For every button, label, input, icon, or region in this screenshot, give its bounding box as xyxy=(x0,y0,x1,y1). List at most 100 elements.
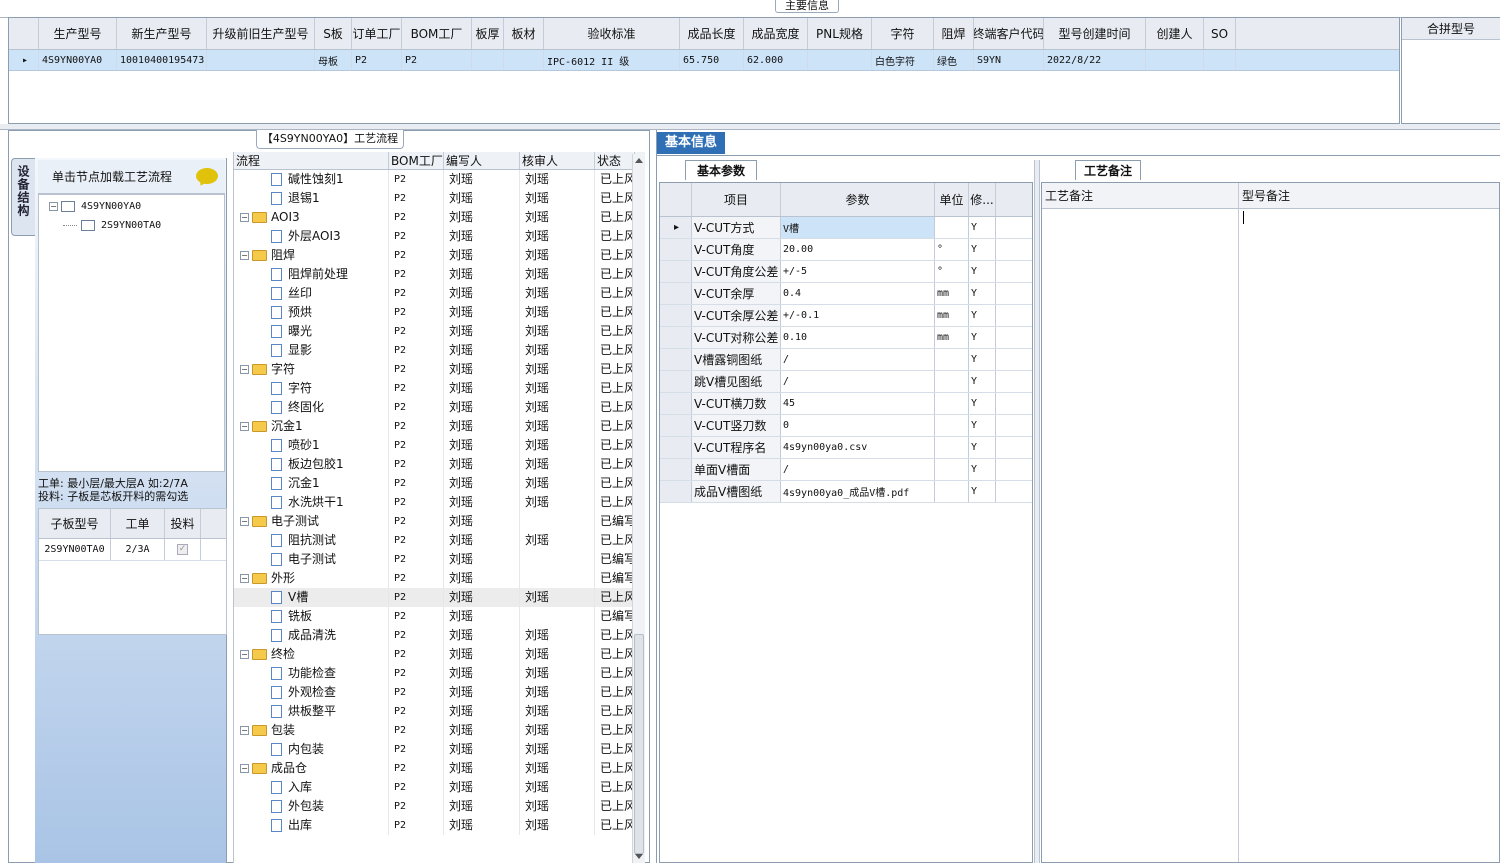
process-row[interactable]: 沉金1 P2 刘瑶 刘瑶 已上风 xyxy=(234,474,645,493)
process-row[interactable]: − 字符 P2 刘瑶 刘瑶 已上风 xyxy=(234,360,645,379)
param-row[interactable]: ▸ V-CUT方式 V槽 Y xyxy=(660,217,1032,239)
collapse-icon[interactable]: − xyxy=(240,365,249,374)
param-row[interactable]: V-CUT横刀数 45 Y xyxy=(660,393,1032,415)
collapse-icon[interactable]: − xyxy=(240,650,249,659)
process-remark-textarea[interactable] xyxy=(1042,209,1239,862)
param-row[interactable]: V-CUT对称公差 0.10 mm Y xyxy=(660,327,1032,349)
process-row[interactable]: 阻焊前处理 P2 刘瑶 刘瑶 已上风 xyxy=(234,265,645,284)
main-col-header[interactable]: 生产型号 xyxy=(39,18,117,49)
col-item[interactable]: 项目 xyxy=(692,183,781,216)
process-row[interactable]: − 阻焊 P2 刘瑶 刘瑶 已上风 xyxy=(234,246,645,265)
main-col-header[interactable]: S板 xyxy=(315,18,352,49)
main-col-header[interactable]: 验收标准 xyxy=(544,18,680,49)
col-bom-factory[interactable]: BOM工厂 xyxy=(389,152,444,169)
main-col-header[interactable]: 新生产型号 xyxy=(117,18,207,49)
feed-checkbox[interactable]: ✓ xyxy=(177,544,188,555)
col-param[interactable]: 参数 xyxy=(781,183,935,216)
col-process[interactable]: 流程 xyxy=(234,152,389,169)
param-row[interactable]: 跳V槽见图纸 / Y xyxy=(660,371,1032,393)
process-row[interactable]: 烘板整平 P2 刘瑶 刘瑶 已上风 xyxy=(234,702,645,721)
collapse-icon[interactable]: − xyxy=(240,422,249,431)
param-row[interactable]: V-CUT余厚 0.4 mm Y xyxy=(660,283,1032,305)
col-reviewer[interactable]: 核审人 xyxy=(520,152,595,169)
col-unit[interactable]: 单位 xyxy=(935,183,969,216)
collapse-icon[interactable]: − xyxy=(240,726,249,735)
tree-node-child[interactable]: 2S9YN00TA0 xyxy=(63,220,161,231)
scroll-thumb[interactable] xyxy=(634,634,644,854)
process-scrollbar[interactable] xyxy=(632,154,645,863)
param-value-cell[interactable]: 0.10 xyxy=(781,327,935,348)
main-col-header[interactable]: 型号创建时间 xyxy=(1044,18,1146,49)
scroll-down-icon[interactable] xyxy=(635,854,643,859)
process-row[interactable]: − 外形 P2 刘瑶 已编写 xyxy=(234,569,645,588)
tab-basic-params[interactable]: 基本参数 xyxy=(685,160,757,180)
process-row[interactable]: 显影 P2 刘瑶 刘瑶 已上风 xyxy=(234,341,645,360)
sub-grid-row[interactable]: 2S9YN00TA0 2/3A ✓ xyxy=(39,539,226,561)
param-value-cell[interactable]: +/-5 xyxy=(781,261,935,282)
process-row[interactable]: 外层AOI3 P2 刘瑶 刘瑶 已上风 xyxy=(234,227,645,246)
col-sub-model[interactable]: 子板型号 xyxy=(39,509,111,538)
col-modify[interactable]: 修... xyxy=(969,183,996,216)
main-col-header[interactable]: 创建人 xyxy=(1146,18,1204,49)
equipment-structure-tab[interactable]: 设备结构 xyxy=(11,158,35,236)
process-row[interactable]: 水洗烘干1 P2 刘瑶 刘瑶 已上风 xyxy=(234,493,645,512)
collapse-icon[interactable]: − xyxy=(240,517,249,526)
process-row[interactable]: 外包装 P2 刘瑶 刘瑶 已上风 xyxy=(234,797,645,816)
param-row[interactable]: V-CUT程序名 4s9yn00ya0.csv Y xyxy=(660,437,1032,459)
tree-node-root[interactable]: − 4S9YN00YA0 xyxy=(49,201,141,212)
main-col-header[interactable]: SO xyxy=(1204,18,1236,49)
main-col-header[interactable]: 板厚 xyxy=(472,18,504,49)
collapse-icon[interactable]: − xyxy=(240,251,249,260)
process-row[interactable]: 字符 P2 刘瑶 刘瑶 已上风 xyxy=(234,379,645,398)
process-row[interactable]: 电子测试 P2 刘瑶 已编写 xyxy=(234,550,645,569)
process-row[interactable]: − 电子测试 P2 刘瑶 已编写 xyxy=(234,512,645,531)
col-feed[interactable]: 投料 xyxy=(165,509,201,538)
main-col-header[interactable]: 成品宽度 xyxy=(744,18,808,49)
process-row[interactable]: − 成品仓 P2 刘瑶 刘瑶 已上风 xyxy=(234,759,645,778)
main-col-header[interactable]: 字符 xyxy=(872,18,934,49)
param-row[interactable]: V-CUT余厚公差 +/-0.1 mm Y xyxy=(660,305,1032,327)
main-col-header[interactable]: 阻焊 xyxy=(934,18,974,49)
process-row[interactable]: 铣板 P2 刘瑶 已编写 xyxy=(234,607,645,626)
param-value-cell[interactable]: 45 xyxy=(781,393,935,414)
param-value-cell[interactable]: 0.4 xyxy=(781,283,935,304)
main-col-header[interactable]: 成品长度 xyxy=(680,18,744,49)
param-value-cell[interactable]: / xyxy=(781,459,935,480)
col-writer[interactable]: 编写人 xyxy=(444,152,520,169)
collapse-icon[interactable]: − xyxy=(240,574,249,583)
process-row[interactable]: 预烘 P2 刘瑶 刘瑶 已上风 xyxy=(234,303,645,322)
param-value-cell[interactable]: 4s9yn00ya0.csv xyxy=(781,437,935,458)
param-value-cell[interactable]: 4s9yn00ya0_成品V槽.pdf xyxy=(781,481,935,502)
process-row[interactable]: − 包装 P2 刘瑶 刘瑶 已上风 xyxy=(234,721,645,740)
process-row[interactable]: V槽 P2 刘瑶 刘瑶 已上风 xyxy=(234,588,645,607)
process-row[interactable]: − AOI3 P2 刘瑶 刘瑶 已上风 xyxy=(234,208,645,227)
process-row[interactable]: − 终检 P2 刘瑶 刘瑶 已上风 xyxy=(234,645,645,664)
param-value-cell[interactable]: V槽 xyxy=(781,217,935,238)
param-value-cell[interactable]: / xyxy=(781,349,935,370)
collapse-icon[interactable]: − xyxy=(240,764,249,773)
tab-process-remark[interactable]: 工艺备注 xyxy=(1075,160,1141,180)
process-row[interactable]: 出库 P2 刘瑶 刘瑶 已上风 xyxy=(234,816,645,835)
main-col-header[interactable]: 板材 xyxy=(504,18,544,49)
col-workorder[interactable]: 工单 xyxy=(111,509,165,538)
param-row[interactable]: V槽露铜图纸 / Y xyxy=(660,349,1032,371)
process-row[interactable]: 内包装 P2 刘瑶 刘瑶 已上风 xyxy=(234,740,645,759)
process-row[interactable]: 喷砂1 P2 刘瑶 刘瑶 已上风 xyxy=(234,436,645,455)
main-col-header[interactable]: 终端客户代码 xyxy=(974,18,1044,49)
process-row[interactable]: − 沉金1 P2 刘瑶 刘瑶 已上风 xyxy=(234,417,645,436)
param-value-cell[interactable]: 20.00 xyxy=(781,239,935,260)
main-col-header[interactable]: PNL规格 xyxy=(808,18,872,49)
process-row[interactable]: 板边包胶1 P2 刘瑶 刘瑶 已上风 xyxy=(234,455,645,474)
process-row[interactable]: 丝印 P2 刘瑶 刘瑶 已上风 xyxy=(234,284,645,303)
process-row[interactable]: 功能检查 P2 刘瑶 刘瑶 已上风 xyxy=(234,664,645,683)
main-col-header[interactable]: BOM工厂 xyxy=(402,18,472,49)
collapse-icon[interactable]: − xyxy=(49,202,58,211)
process-row[interactable]: 成品清洗 P2 刘瑶 刘瑶 已上风 xyxy=(234,626,645,645)
param-row[interactable]: 单面V槽面 / Y xyxy=(660,459,1032,481)
process-row[interactable]: 终固化 P2 刘瑶 刘瑶 已上风 xyxy=(234,398,645,417)
main-col-header[interactable]: 订单工厂 xyxy=(352,18,402,49)
model-remark-textarea[interactable] xyxy=(1240,209,1499,862)
process-row[interactable]: 入库 P2 刘瑶 刘瑶 已上风 xyxy=(234,778,645,797)
vertical-splitter[interactable] xyxy=(1034,160,1040,863)
process-row[interactable]: 碱性蚀刻1 P2 刘瑶 刘瑶 已上风 xyxy=(234,170,645,189)
